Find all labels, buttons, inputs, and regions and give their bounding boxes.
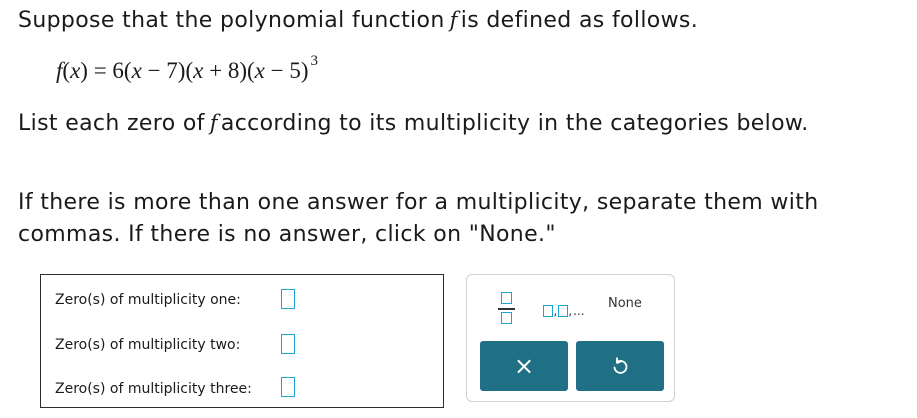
multiplicity-three-label: Zero(s) of multiplicity three:: [55, 381, 252, 397]
multiplicity-one-input[interactable]: [281, 289, 295, 309]
multiplicity-one-label: Zero(s) of multiplicity one:: [55, 292, 241, 308]
question-instruction: List each zero of f according to its multi…: [18, 111, 809, 136]
list-box-2: [557, 305, 568, 317]
formula-fn: f: [56, 58, 63, 83]
multiplicity-two-input[interactable]: [281, 334, 295, 354]
factor1-var: x: [131, 58, 142, 83]
list-icon[interactable]: ,,...: [543, 295, 585, 317]
math-toolbox: ,,... None ×: [466, 274, 675, 402]
clear-button[interactable]: ×: [480, 341, 568, 391]
list-comma-2: ,: [568, 304, 573, 318]
list-box-1: [543, 305, 553, 317]
undo-icon: [613, 357, 628, 374]
formula-coef: 6: [112, 58, 124, 83]
formula-var: x: [70, 58, 81, 83]
none-button[interactable]: None: [608, 296, 642, 311]
factor3-num: 5: [289, 58, 301, 83]
factor3-var: x: [254, 58, 265, 83]
function-symbol-2: f: [209, 111, 218, 135]
list-comma-1: ,: [553, 304, 558, 318]
instruction-text-end: according to its multiplicity in the cat…: [220, 111, 809, 136]
question-note-line1: If there is more than one answer for a m…: [18, 190, 819, 215]
multiplicity-two-label: Zero(s) of multiplicity two:: [55, 337, 241, 353]
factor3-sign: −: [270, 58, 284, 83]
factor2-num: 8: [227, 58, 240, 83]
intro-text: Suppose that the polynomial function: [18, 8, 445, 33]
formula-exponent: 3: [310, 53, 319, 69]
factor1-num: 7: [166, 58, 178, 83]
fraction-bar: [498, 308, 515, 310]
answer-panel: Zero(s) of multiplicity one: Zero(s) of …: [40, 274, 444, 408]
function-symbol: f: [449, 8, 458, 32]
undo-button[interactable]: [576, 341, 664, 391]
fraction-icon[interactable]: [493, 289, 521, 329]
multiplicity-three-input[interactable]: [281, 377, 295, 397]
list-ellipsis: ...: [573, 304, 585, 318]
question-note-line2: commas. If there is no answer, click on …: [18, 222, 556, 247]
instruction-text: List each zero of: [18, 111, 205, 136]
question-intro: Suppose that the polynomial function f is …: [18, 8, 698, 33]
fraction-denominator-box: [501, 312, 512, 324]
fraction-numerator-box: [501, 292, 512, 304]
close-icon: ×: [513, 352, 535, 380]
factor1-sign: −: [147, 58, 161, 83]
factor2-var: x: [193, 58, 204, 83]
factor2-sign: +: [209, 58, 223, 83]
intro-text-end: is defined as follows.: [460, 8, 699, 33]
polynomial-formula: f(x) = 6(x − 7)(x + 8)(x − 5) 3: [56, 53, 319, 83]
